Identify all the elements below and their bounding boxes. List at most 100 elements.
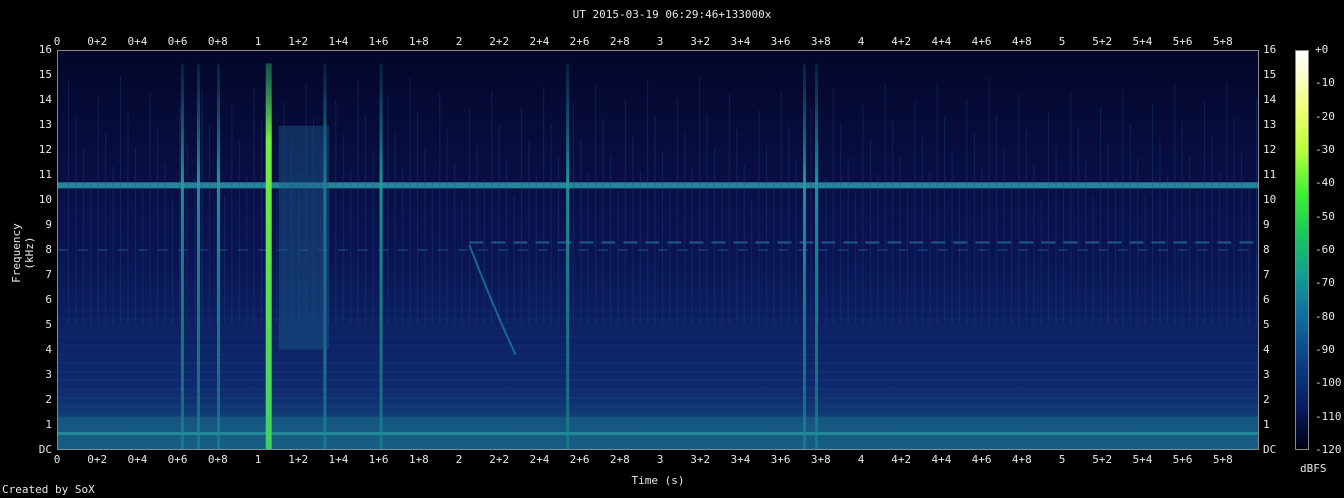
y-tick-left: 4	[45, 343, 52, 356]
noise-band	[58, 370, 1258, 373]
faint-streak	[602, 119, 604, 325]
x-tick-bottom: 2+8	[609, 453, 630, 466]
x-tick-bottom: 0+8	[207, 453, 228, 466]
faint-streak	[788, 126, 790, 325]
x-tick-top: 1	[254, 35, 262, 48]
faint-streak	[253, 86, 255, 325]
faint-streak	[817, 142, 819, 325]
noise-band	[58, 353, 1258, 355]
faint-streak	[275, 191, 277, 325]
noise-band	[58, 388, 1258, 390]
faint-streak	[498, 125, 500, 325]
y-tick-left: 12	[38, 143, 52, 156]
y-tick-left: 7	[45, 268, 52, 281]
y-tick-right: 5	[1263, 318, 1270, 331]
y-tick-right: 6	[1263, 293, 1270, 306]
vertical-transient	[802, 63, 806, 449]
x-tick-top: 0+8	[207, 35, 228, 48]
x-tick-bottom: 5+2	[1092, 453, 1113, 466]
faint-streak	[238, 140, 240, 325]
y-tick-left: 11	[38, 168, 52, 181]
faint-streak	[929, 171, 931, 325]
faint-streak	[907, 190, 909, 325]
faint-streak	[1166, 174, 1168, 325]
faint-streak	[186, 143, 188, 325]
faint-streak	[1181, 120, 1183, 325]
faint-streak	[1241, 152, 1243, 325]
x-tick-top: 1+2	[288, 35, 309, 48]
y-tick-left: 3	[45, 368, 52, 381]
x-tick-top: 1+8	[408, 35, 429, 48]
faint-streak	[550, 122, 552, 325]
x-tick-top: 5	[1058, 35, 1066, 48]
faint-streak	[82, 149, 84, 325]
faint-streak	[624, 100, 626, 325]
vertical-transient	[217, 63, 221, 449]
faint-streak	[862, 103, 864, 325]
vertical-transient	[265, 63, 272, 449]
faint-streak	[1048, 110, 1050, 325]
faint-streak	[483, 179, 485, 325]
faint-streak	[68, 79, 70, 325]
x-tick-bottom: 5+4	[1132, 453, 1153, 466]
faint-streak	[394, 131, 396, 325]
x-tick-top: 1+6	[368, 35, 389, 48]
faint-streak	[951, 151, 953, 325]
faint-streak	[387, 96, 389, 325]
faint-streak	[246, 175, 248, 325]
faint-streak	[662, 151, 664, 325]
faint-streak	[1204, 101, 1206, 325]
faint-streak	[90, 184, 92, 325]
faint-streak	[476, 144, 478, 325]
x-tick-bottom: 5	[1058, 453, 1066, 466]
faint-streak	[1055, 145, 1057, 325]
x-tick-bottom: 3	[656, 453, 664, 466]
faint-streak	[209, 124, 211, 325]
faint-streak	[587, 173, 589, 325]
credit-text: Created by SoX	[2, 483, 95, 496]
y-tick-right: 2	[1263, 393, 1270, 406]
faint-streak	[1025, 129, 1027, 325]
faint-streak	[899, 155, 901, 325]
faint-streak	[810, 106, 812, 325]
vertical-transient	[815, 63, 819, 449]
x-tick-bottom: 0+6	[167, 453, 188, 466]
y-tick-left: 10	[38, 193, 52, 206]
faint-streak	[647, 81, 649, 325]
noise-band	[58, 414, 1258, 416]
y-tick-left: 8	[45, 243, 52, 256]
vertical-transient	[566, 63, 570, 449]
faint-streak	[914, 100, 916, 325]
colorbar-tick: -120	[1315, 443, 1342, 456]
faint-streak	[1107, 142, 1109, 325]
faint-streak	[855, 193, 857, 325]
faint-streak	[773, 180, 775, 325]
faint-streak	[1085, 161, 1087, 325]
faint-streak	[921, 135, 923, 325]
x-tick-bottom: 2+4	[529, 453, 550, 466]
vertical-transient	[180, 63, 184, 449]
x-axis-label: Time (s)	[631, 474, 685, 487]
faint-streak	[706, 113, 708, 325]
y-tick-right: 15	[1263, 68, 1277, 81]
faint-streak	[884, 84, 886, 325]
faint-streak	[988, 78, 990, 325]
y-tick-right: 11	[1263, 168, 1277, 181]
faint-streak	[231, 105, 233, 325]
faint-streak	[669, 186, 671, 325]
x-tick-top: 4+4	[931, 35, 952, 48]
x-tick-bottom: 5+8	[1212, 453, 1233, 466]
faint-streak	[112, 165, 114, 325]
y-tick-right: 10	[1263, 193, 1277, 206]
faint-streak	[728, 94, 730, 325]
y-tick-right: 14	[1263, 93, 1277, 106]
noise-band	[58, 405, 1258, 408]
y-tick-right: 1	[1263, 418, 1270, 431]
faint-streak	[558, 157, 560, 325]
x-tick-bottom: 4+4	[931, 453, 952, 466]
faint-streak	[424, 147, 426, 325]
x-tick-top: 3+2	[690, 35, 711, 48]
faint-streak	[506, 160, 508, 325]
colorbar-unit: dBFS	[1300, 462, 1327, 475]
x-tick-bottom: 4	[857, 453, 865, 466]
